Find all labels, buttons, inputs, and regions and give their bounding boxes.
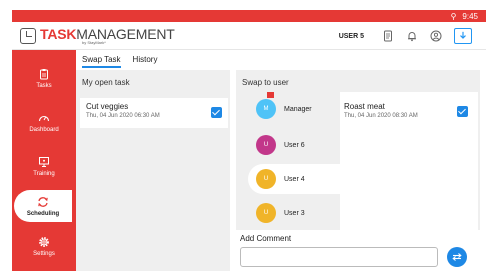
user-item-user4[interactable]: U User 4 <box>248 164 340 194</box>
avatar: U <box>256 135 276 155</box>
gear-icon <box>39 236 49 247</box>
tab-history[interactable]: History <box>133 55 158 64</box>
clipboard-icon <box>40 68 48 79</box>
task-date: Thu, 04 Jun 2020 06:30 AM <box>86 113 160 119</box>
sync-icon <box>38 196 48 207</box>
sidebar-item-label: Training <box>33 170 55 177</box>
checkbox-checked[interactable] <box>211 107 222 118</box>
comment-label: Add Comment <box>240 234 292 243</box>
username: USER 5 <box>338 32 364 40</box>
document-icon[interactable] <box>382 30 394 42</box>
swap-panel: Swap to user M Manager U User 6 U User 4… <box>236 70 480 230</box>
checkbox-checked[interactable] <box>457 106 468 117</box>
user-profile-icon[interactable] <box>430 30 442 42</box>
user-name: User 6 <box>284 141 305 149</box>
app-logo: TASKMANAGEMENT by StayMark* <box>20 27 175 45</box>
presentation-icon <box>39 156 49 167</box>
user-name: Manager <box>284 105 312 113</box>
avatar: U <box>256 169 276 189</box>
panel-title: Swap to user <box>242 78 289 87</box>
comment-input[interactable] <box>240 247 438 267</box>
sidebar-item-settings[interactable]: Settings <box>12 230 76 262</box>
user-list: M Manager U User 6 U User 4 U User 3 <box>236 92 340 230</box>
sidebar-item-tasks[interactable]: Tasks <box>12 62 76 94</box>
sidebar: Tasks Dashboard Training Scheduling Sett… <box>12 50 76 271</box>
user-item-user6[interactable]: U User 6 <box>236 130 340 160</box>
swap-button[interactable] <box>447 247 467 267</box>
brand-part1: TASK <box>40 25 77 42</box>
status-time: 9:45 <box>462 11 478 21</box>
tab-swap-task[interactable]: Swap Task <box>82 55 121 68</box>
sidebar-item-dashboard[interactable]: Dashboard <box>12 106 76 138</box>
avatar: M <box>256 92 276 119</box>
task-date: Thu, 04 Jun 2020 08:30 AM <box>344 113 418 119</box>
status-bar: ⚲ 9:45 <box>12 10 486 22</box>
task-card[interactable]: Cut veggies Thu, 04 Jun 2020 06:30 AM <box>80 98 228 128</box>
clock-icon <box>20 27 36 44</box>
user-item-manager[interactable]: M Manager <box>236 92 340 124</box>
bell-icon[interactable] <box>406 30 418 42</box>
gauge-icon <box>38 115 50 121</box>
sidebar-item-training[interactable]: Training <box>12 150 76 182</box>
location-icon: ⚲ <box>450 11 457 21</box>
swap-task-card[interactable]: Roast meat Thu, 04 Jun 2020 08:30 AM <box>340 92 478 230</box>
user-name: User 4 <box>284 175 305 183</box>
user-name: User 3 <box>284 209 305 217</box>
top-bar: TASKMANAGEMENT by StayMark* USER 5 <box>12 22 486 50</box>
panel-title: My open task <box>82 78 130 87</box>
sidebar-item-label: Tasks <box>36 82 52 89</box>
user-item-user3[interactable]: U User 3 <box>236 198 340 228</box>
avatar: U <box>256 203 276 223</box>
download-icon[interactable] <box>454 28 472 44</box>
sidebar-item-scheduling[interactable]: Scheduling <box>14 190 72 222</box>
task-name: Cut veggies <box>86 102 129 111</box>
sidebar-item-label: Settings <box>33 250 55 257</box>
swap-arrows-icon <box>452 253 462 261</box>
tab-bar: Swap Task History <box>76 50 486 68</box>
task-name: Roast meat <box>344 102 385 111</box>
sidebar-item-label: Scheduling <box>26 210 60 217</box>
flag-icon <box>267 92 274 98</box>
open-task-panel: My open task Cut veggies Thu, 04 Jun 202… <box>76 70 230 271</box>
sidebar-item-label: Dashboard <box>29 126 59 133</box>
